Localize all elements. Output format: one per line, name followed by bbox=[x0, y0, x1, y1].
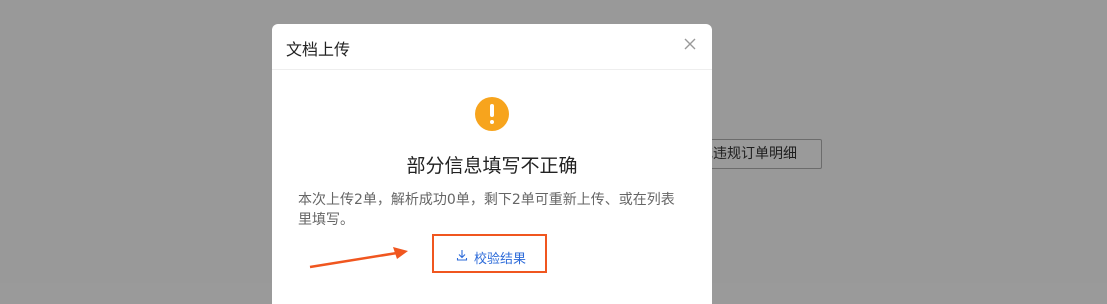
dialog-title: 文档上传 bbox=[286, 40, 351, 59]
annotation-highlight-box bbox=[432, 234, 547, 273]
annotation-arrow-icon bbox=[309, 247, 408, 269]
close-icon[interactable] bbox=[682, 36, 698, 52]
exclamation-warning-icon bbox=[475, 97, 509, 131]
result-description: 本次上传2单，解析成功0单，剩下2单可重新上传、或在列表里填写。 bbox=[298, 192, 675, 228]
dialog-header: 文档上传 bbox=[272, 24, 712, 70]
result-title: 部分信息填写不正确 bbox=[406, 155, 578, 177]
